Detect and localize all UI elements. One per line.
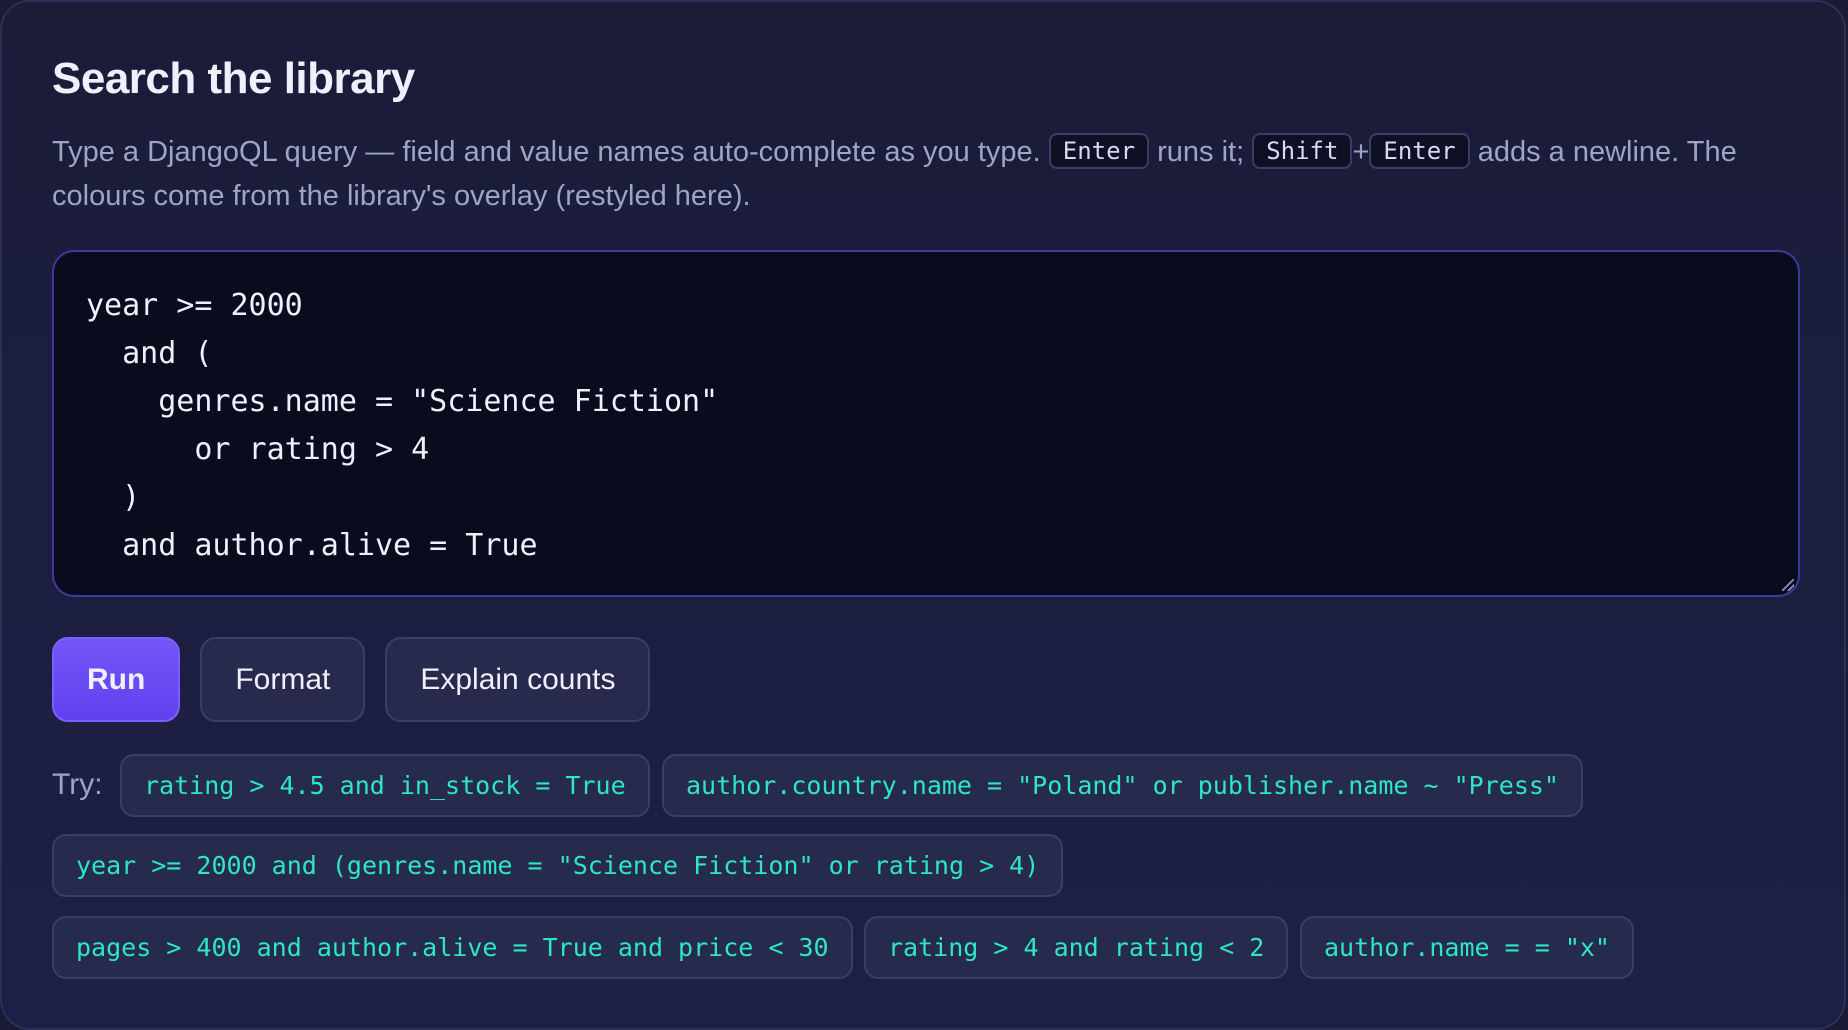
enter-key: Enter <box>1369 133 1470 169</box>
resize-grip-icon <box>1782 579 1794 591</box>
description-text-runs: runs it; <box>1157 136 1245 168</box>
panel-title: Search the library <box>52 54 415 103</box>
resize-handle[interactable] <box>1782 579 1794 591</box>
example-chip[interactable]: author.country.name = "Poland" or publis… <box>662 754 1583 817</box>
try-label: Try: <box>52 768 103 801</box>
example-chip[interactable]: rating > 4.5 and in_stock = True <box>120 754 650 817</box>
example-chip[interactable]: year >= 2000 and (genres.name = "Science… <box>52 834 1064 897</box>
panel-description: Type a DjangoQL query — field and value … <box>52 130 1812 218</box>
action-buttons: Run Format Explain counts <box>52 637 651 722</box>
example-chip[interactable]: pages > 400 and author.alive = True and … <box>52 916 853 979</box>
example-chip[interactable]: rating > 4 and rating < 2 <box>864 916 1289 979</box>
example-chip[interactable]: author.name = = "x" <box>1300 916 1634 979</box>
explain-counts-button[interactable]: Explain counts <box>385 637 651 722</box>
enter-key: Enter <box>1048 133 1150 169</box>
format-button[interactable]: Format <box>200 637 366 722</box>
shift-key: Shift <box>1252 133 1353 169</box>
query-editor[interactable]: year >= 2000 and ( genres.name = "Scienc… <box>52 250 1800 597</box>
description-text: Type a DjangoQL query — field and value … <box>52 136 1041 168</box>
plus-sign: + <box>1352 136 1370 168</box>
search-panel: Search the library Type a DjangoQL query… <box>0 0 1846 1030</box>
run-button[interactable]: Run <box>52 637 181 722</box>
